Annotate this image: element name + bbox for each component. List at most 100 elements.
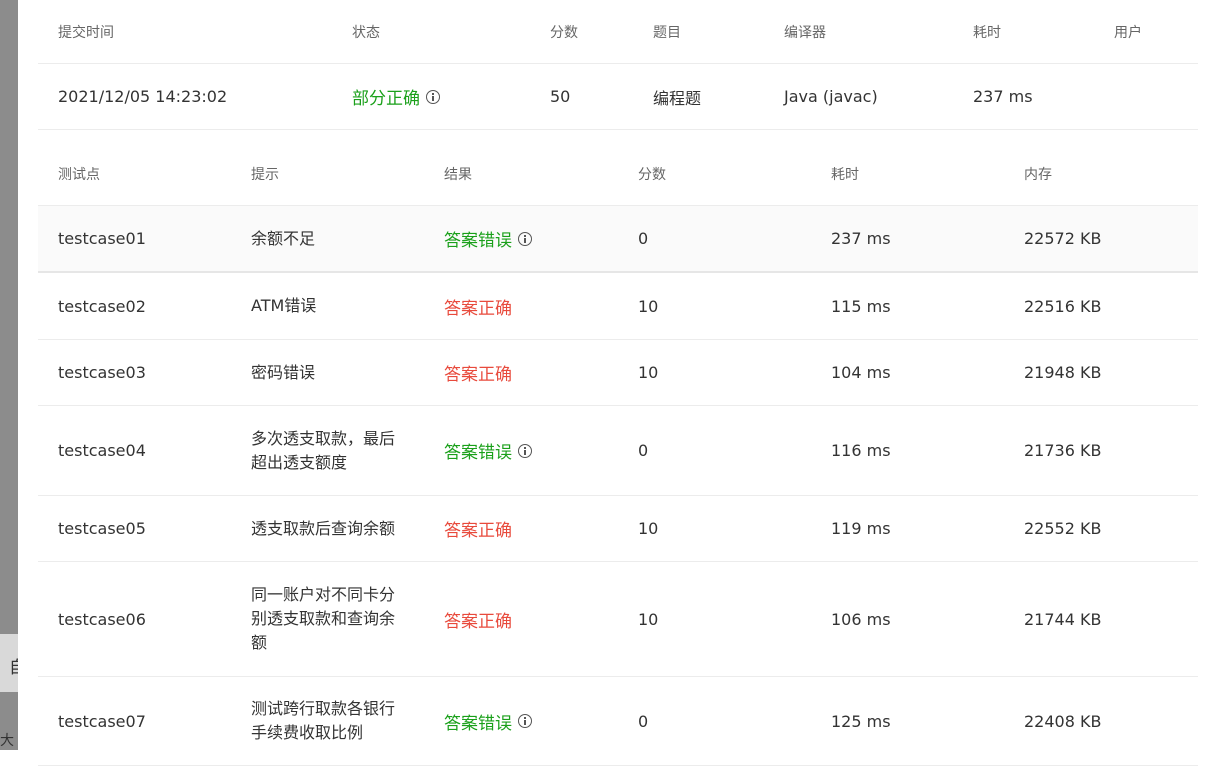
header-case-runtime: 耗时 <box>831 166 859 183</box>
testcase-runtime: 116 ms <box>831 441 891 460</box>
submit-time: 2021/12/05 14:23:02 <box>58 87 228 106</box>
testcase-hint-line: 密码错误 <box>251 362 316 382</box>
testcase-score: 0 <box>638 441 649 460</box>
testcase-hint-lines: 同一账户对不同卡分 别透支取款和查询余额 <box>251 583 395 655</box>
testcase-row: testcase04 多次透支取款，最后 超出透支额度 答案错误 0 116 ms 2173… <box>38 406 1198 496</box>
testcase-hint-line: ATM错误 <box>251 296 317 315</box>
submission-table: 提交时间 状态 分数 题目 编译器 耗时 用户 2021/12/05 14:23… <box>38 0 1198 130</box>
testcase-name: testcase01 <box>58 229 146 248</box>
testcase-runtime: 125 ms <box>831 711 891 731</box>
testcase-runtime: 115 ms <box>831 296 891 316</box>
testcase-runtime: 106 ms <box>831 609 891 629</box>
testcase-hint: 密码错误 <box>251 340 315 405</box>
testcase-name: testcase02 <box>58 296 146 316</box>
testcase-score: 0 <box>638 711 649 731</box>
info-icon[interactable] <box>518 443 532 458</box>
submission-compiler: Java (javac) <box>784 87 878 106</box>
testcase-hint-line: 同一账户对不同卡分 <box>251 585 396 604</box>
info-icon[interactable] <box>518 231 532 246</box>
testcase-name: testcase07 <box>58 711 146 731</box>
header-hint: 提示 <box>251 166 279 183</box>
testcase-memory: 22516 KB <box>1024 296 1102 316</box>
testcase-hint-lines: 余额不足 <box>251 227 315 251</box>
testcase-result: 答案正确 <box>444 273 512 339</box>
testcase-result-text: 答案正确 <box>444 298 512 319</box>
testcase-hint-line: 余额不足 <box>251 228 316 248</box>
testcase-memory: 21744 KB <box>1024 609 1102 629</box>
testcase-row: testcase03 密码错误 答案正确 10 104 ms 21948 KB <box>38 340 1198 406</box>
testcase-hint-line: 多次透支取款，最后 <box>251 428 396 448</box>
testcase-table-header: 测试点 提示 结果 分数 耗时 内存 <box>38 142 1198 206</box>
header-compiler: 编译器 <box>784 24 826 41</box>
testcase-score: 0 <box>638 229 649 248</box>
info-icon[interactable] <box>518 714 532 728</box>
testcase-hint: 多次透支取款，最后 超出透支额度 <box>251 406 395 495</box>
info-icon[interactable] <box>426 89 440 104</box>
testcase-hint-lines: 透支取款后查询余额 <box>251 517 395 541</box>
testcase-hint-line: 别透支取款和查询余 <box>251 609 396 628</box>
testcase-hint-line: 透支取款后查询余额 <box>251 518 396 538</box>
testcase-result: 答案错误 <box>444 677 532 765</box>
header-submit-time: 提交时间 <box>58 24 114 41</box>
testcase-memory: 21948 KB <box>1024 363 1102 382</box>
testcase-result: 答案错误 <box>444 206 532 271</box>
testcase-hint: ATM错误 <box>251 273 316 339</box>
testcase-score: 10 <box>638 609 659 629</box>
header-score: 分数 <box>550 24 578 41</box>
submission-runtime: 237 ms <box>973 87 1033 106</box>
testcase-hint-lines: 多次透支取款，最后 超出透支额度 <box>251 427 395 475</box>
testcase-name: testcase05 <box>58 519 146 538</box>
submission-detail-panel: 提交时间 状态 分数 题目 编译器 耗时 用户 2021/12/05 14:23… <box>18 0 1209 766</box>
testcase-name: testcase03 <box>58 363 146 382</box>
background-page-strip: 自 大 <box>0 0 26 750</box>
testcase-result: 答案错误 <box>444 406 532 495</box>
testcase-row: testcase06 同一账户对不同卡分 别透支取款和查询余额 答案正确 10 106 m… <box>38 562 1198 677</box>
header-runtime: 耗时 <box>973 24 1001 41</box>
testcase-result: 答案正确 <box>444 496 512 561</box>
testcase-hint-lines: ATM错误 <box>251 294 316 318</box>
testcase-row: testcase05 透支取款后查询余额 答案正确 10 119 ms 22552 KB <box>38 496 1198 562</box>
testcase-hint: 测试跨行取款各银行 手续费收取比例 <box>251 677 395 765</box>
status-text: 部分正确 <box>352 89 420 109</box>
testcase-hint-line: 超出透支额度 <box>251 452 348 472</box>
testcase-table: 测试点 提示 结果 分数 耗时 内存 testcase01 余额不足 答案错误 0 23… <box>38 142 1198 766</box>
submission-row: 2021/12/05 14:23:02 部分正确 50 编程题 Java (ja… <box>38 64 1198 130</box>
testcase-hint-lines: 测试跨行取款各银行 手续费收取比例 <box>251 697 395 745</box>
background-page-peek: 自 <box>0 634 26 692</box>
header-testcase: 测试点 <box>58 166 100 183</box>
testcase-name: testcase04 <box>58 441 146 460</box>
header-user: 用户 <box>1114 24 1142 41</box>
header-problem: 题目 <box>653 24 681 41</box>
testcase-result-text: 答案错误 <box>444 443 512 463</box>
testcase-name: testcase06 <box>58 609 146 629</box>
testcase-hint-lines: 密码错误 <box>251 361 315 385</box>
submission-table-header: 提交时间 状态 分数 题目 编译器 耗时 用户 <box>38 0 1198 64</box>
testcase-result-text: 答案错误 <box>444 713 512 734</box>
testcase-hint: 余额不足 <box>251 206 315 271</box>
testcase-score: 10 <box>638 363 659 382</box>
testcase-memory: 22552 KB <box>1024 519 1102 538</box>
testcase-runtime: 119 ms <box>831 519 891 538</box>
testcase-score: 10 <box>638 296 659 316</box>
submission-status: 部分正确 <box>352 64 440 129</box>
testcase-result-text: 答案正确 <box>444 611 512 632</box>
testcase-result: 答案正确 <box>444 340 512 405</box>
testcase-score: 10 <box>638 519 659 538</box>
header-case-score: 分数 <box>638 166 666 183</box>
testcase-hint: 透支取款后查询余额 <box>251 496 395 561</box>
testcase-row: testcase07 测试跨行取款各银行 手续费收取比例 答案错误 0 125 ms 224… <box>38 677 1198 766</box>
submission-score: 50 <box>550 87 571 106</box>
testcase-memory: 22408 KB <box>1024 711 1102 731</box>
submission-problem[interactable]: 编程题 <box>653 64 701 129</box>
testcase-hint-line: 额 <box>251 633 268 652</box>
testcase-hint-line: 测试跨行取款各银行 <box>251 699 396 718</box>
testcase-hint-line: 手续费收取比例 <box>251 723 364 742</box>
testcase-row: testcase02 ATM错误 答案正确 10 115 ms 22516 KB <box>38 273 1198 340</box>
header-result: 结果 <box>444 166 472 183</box>
testcase-result-text: 答案正确 <box>444 521 512 541</box>
testcase-memory: 21736 KB <box>1024 441 1102 460</box>
testcase-runtime: 237 ms <box>831 229 891 248</box>
testcase-result-text: 答案错误 <box>444 231 512 251</box>
testcase-hint: 同一账户对不同卡分 别透支取款和查询余额 <box>251 562 395 676</box>
testcase-runtime: 104 ms <box>831 363 891 382</box>
